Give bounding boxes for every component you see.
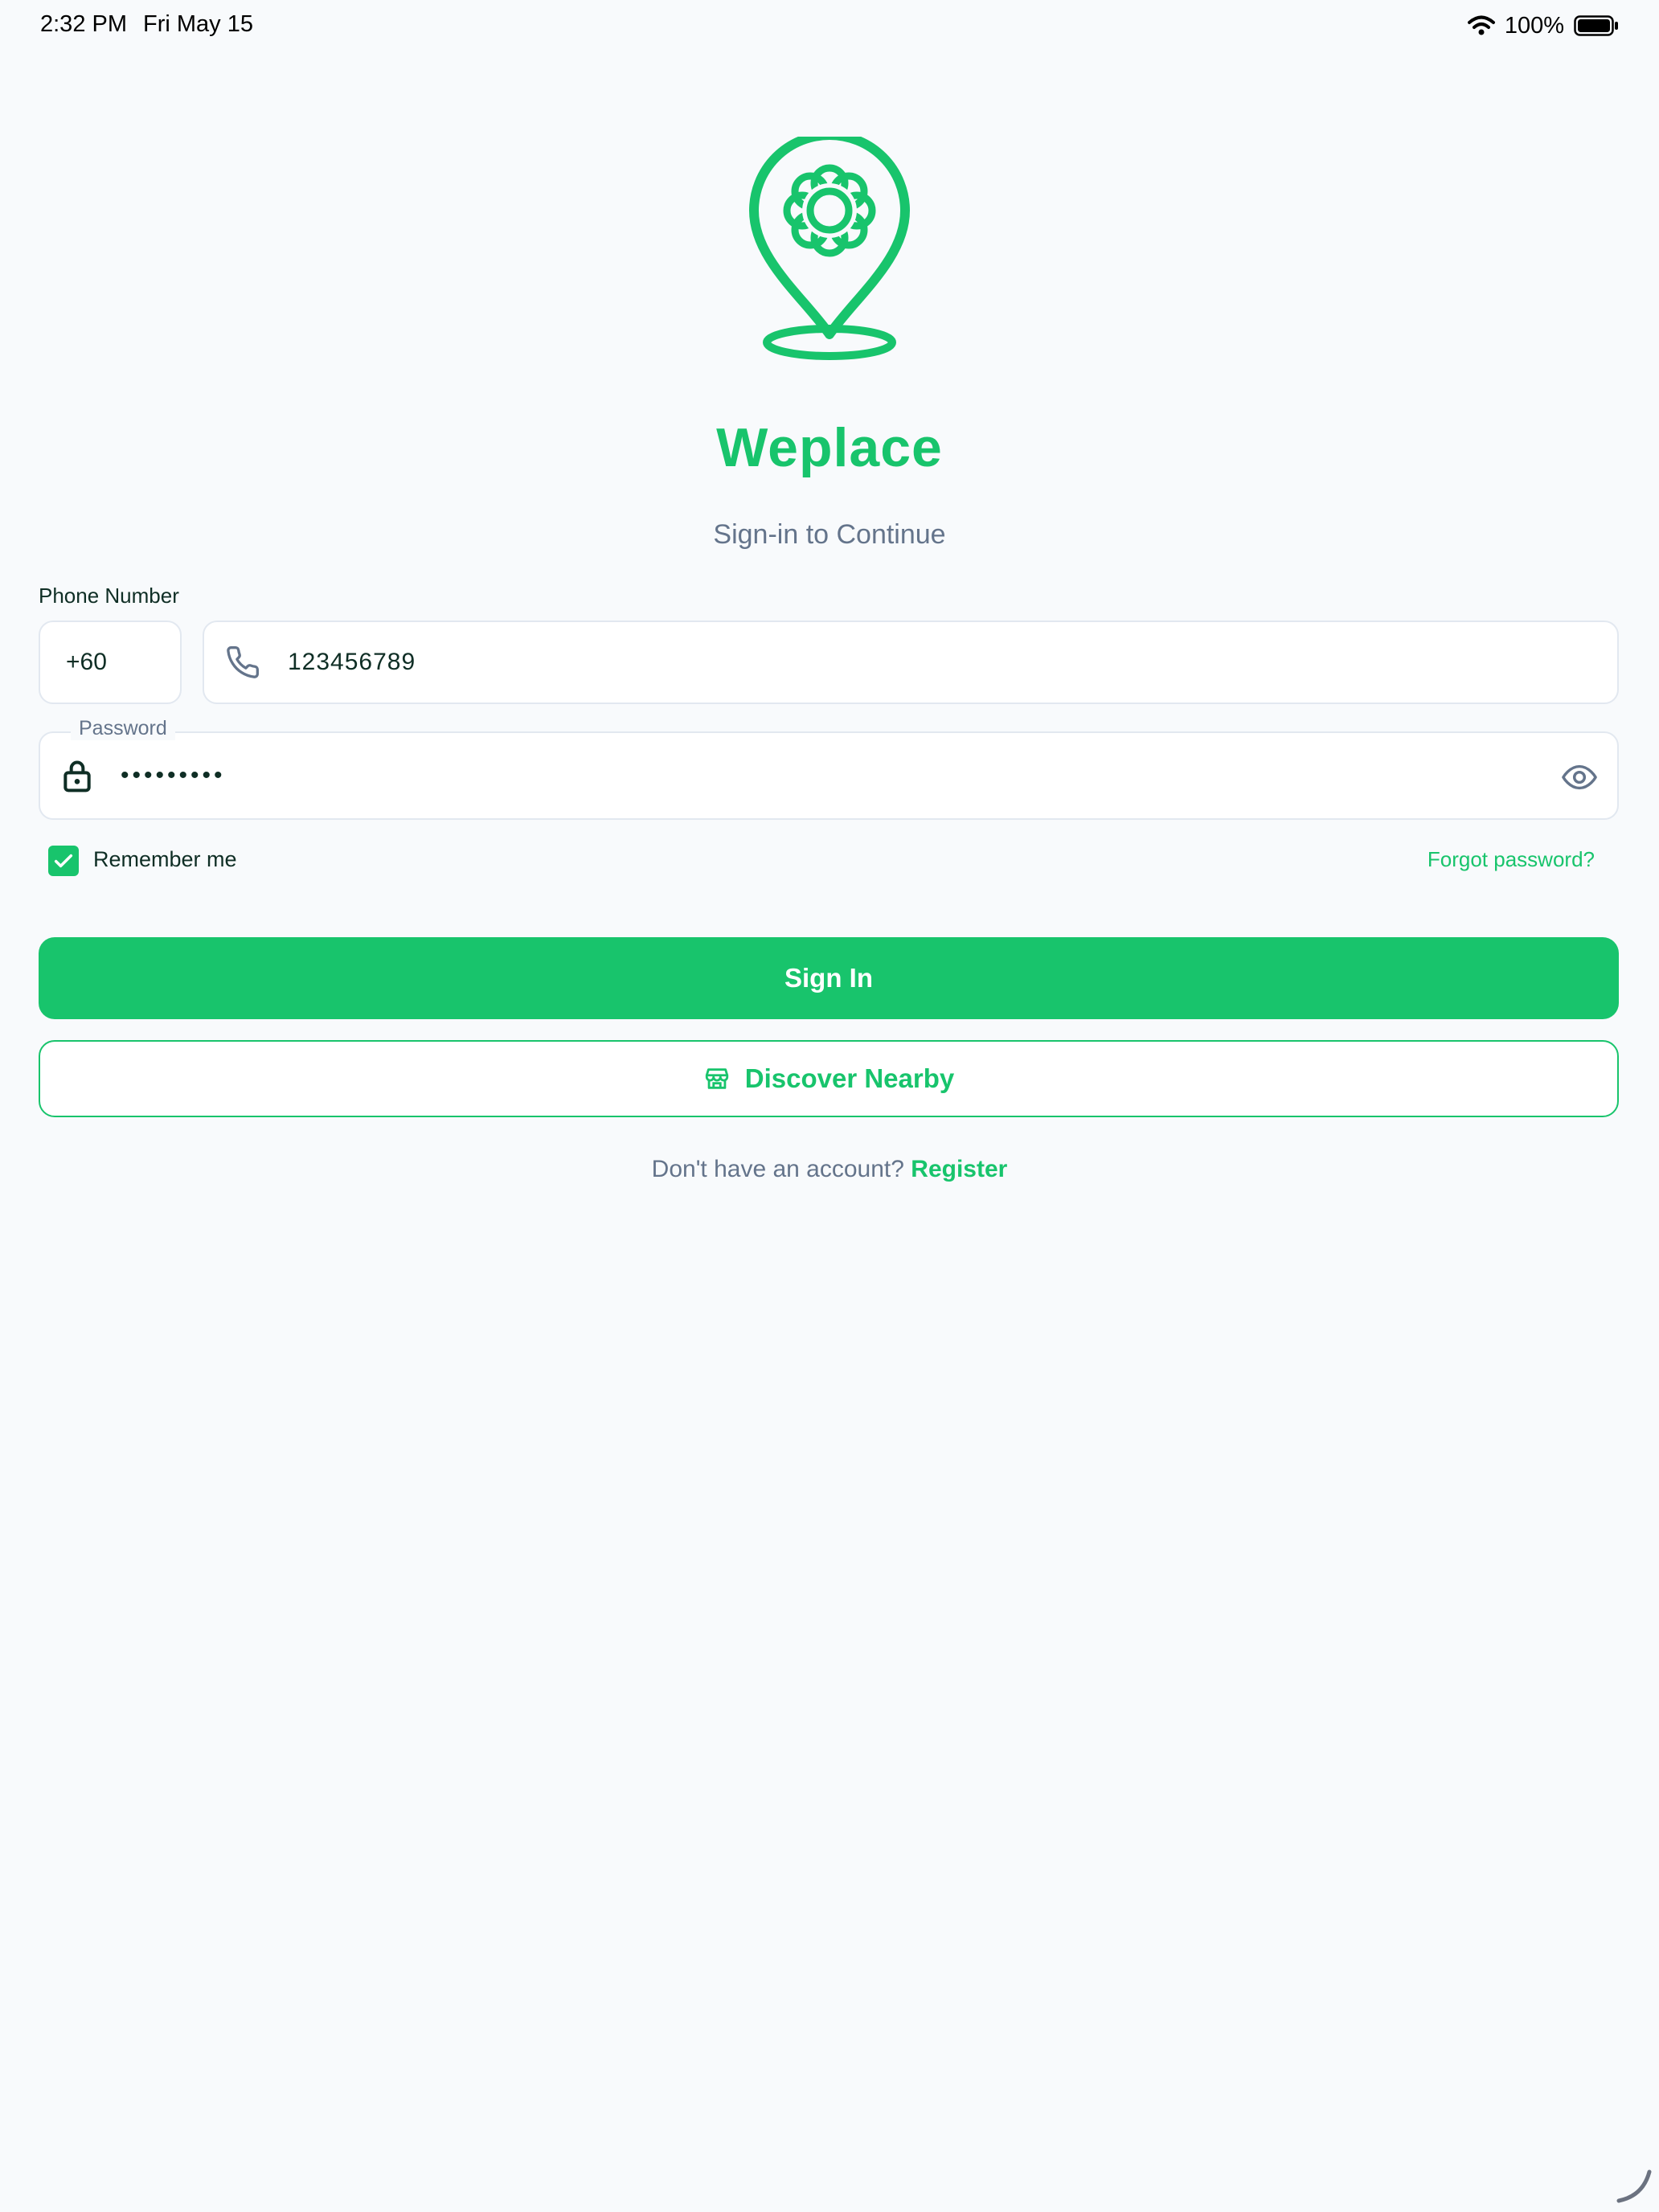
- no-account-text: Don't have an account?: [651, 1156, 904, 1182]
- remember-me-label[interactable]: Remember me: [93, 847, 237, 872]
- phone-number-value: 123456789: [288, 649, 416, 675]
- country-code-selector[interactable]: +60: [39, 621, 182, 704]
- battery-percentage: 100%: [1504, 12, 1564, 39]
- status-date: Fri May 15: [143, 11, 253, 37]
- store-icon: [705, 1068, 728, 1089]
- status-time: 2:32 PM: [40, 11, 127, 37]
- checkmark-icon: [54, 854, 73, 868]
- remember-me-checkbox[interactable]: [48, 846, 79, 876]
- password-label: Password: [71, 717, 175, 740]
- eye-icon[interactable]: [1561, 759, 1598, 796]
- phone-number-input[interactable]: 123456789: [203, 621, 1619, 704]
- sign-in-button[interactable]: Sign In: [39, 937, 1619, 1019]
- password-input[interactable]: Password •••••••••: [39, 717, 1619, 820]
- sign-in-label: Sign In: [784, 963, 873, 993]
- status-bar: 2:32 PM Fri May 15 100%: [0, 0, 1659, 51]
- discover-nearby-button[interactable]: Discover Nearby: [39, 1040, 1619, 1117]
- forgot-password-link[interactable]: Forgot password?: [1428, 847, 1595, 872]
- phone-icon: [227, 646, 259, 678]
- password-value: •••••••••: [121, 762, 226, 789]
- resize-handle-icon: [1616, 2169, 1652, 2203]
- app-title: Weplace: [716, 417, 943, 478]
- lock-icon: [63, 760, 91, 793]
- register-link[interactable]: Register: [911, 1156, 1007, 1182]
- battery-icon: [1574, 15, 1618, 36]
- country-code-value: +60: [66, 649, 107, 675]
- wifi-icon: [1467, 15, 1495, 35]
- phone-number-label: Phone Number: [39, 584, 179, 608]
- page-subtitle: Sign-in to Continue: [713, 519, 946, 550]
- register-prompt: Don't have an account? Register: [0, 1156, 1659, 1183]
- discover-nearby-label: Discover Nearby: [744, 1063, 955, 1093]
- flower-location-pin-icon: [749, 137, 910, 360]
- status-indicators: 100%: [1467, 11, 1619, 40]
